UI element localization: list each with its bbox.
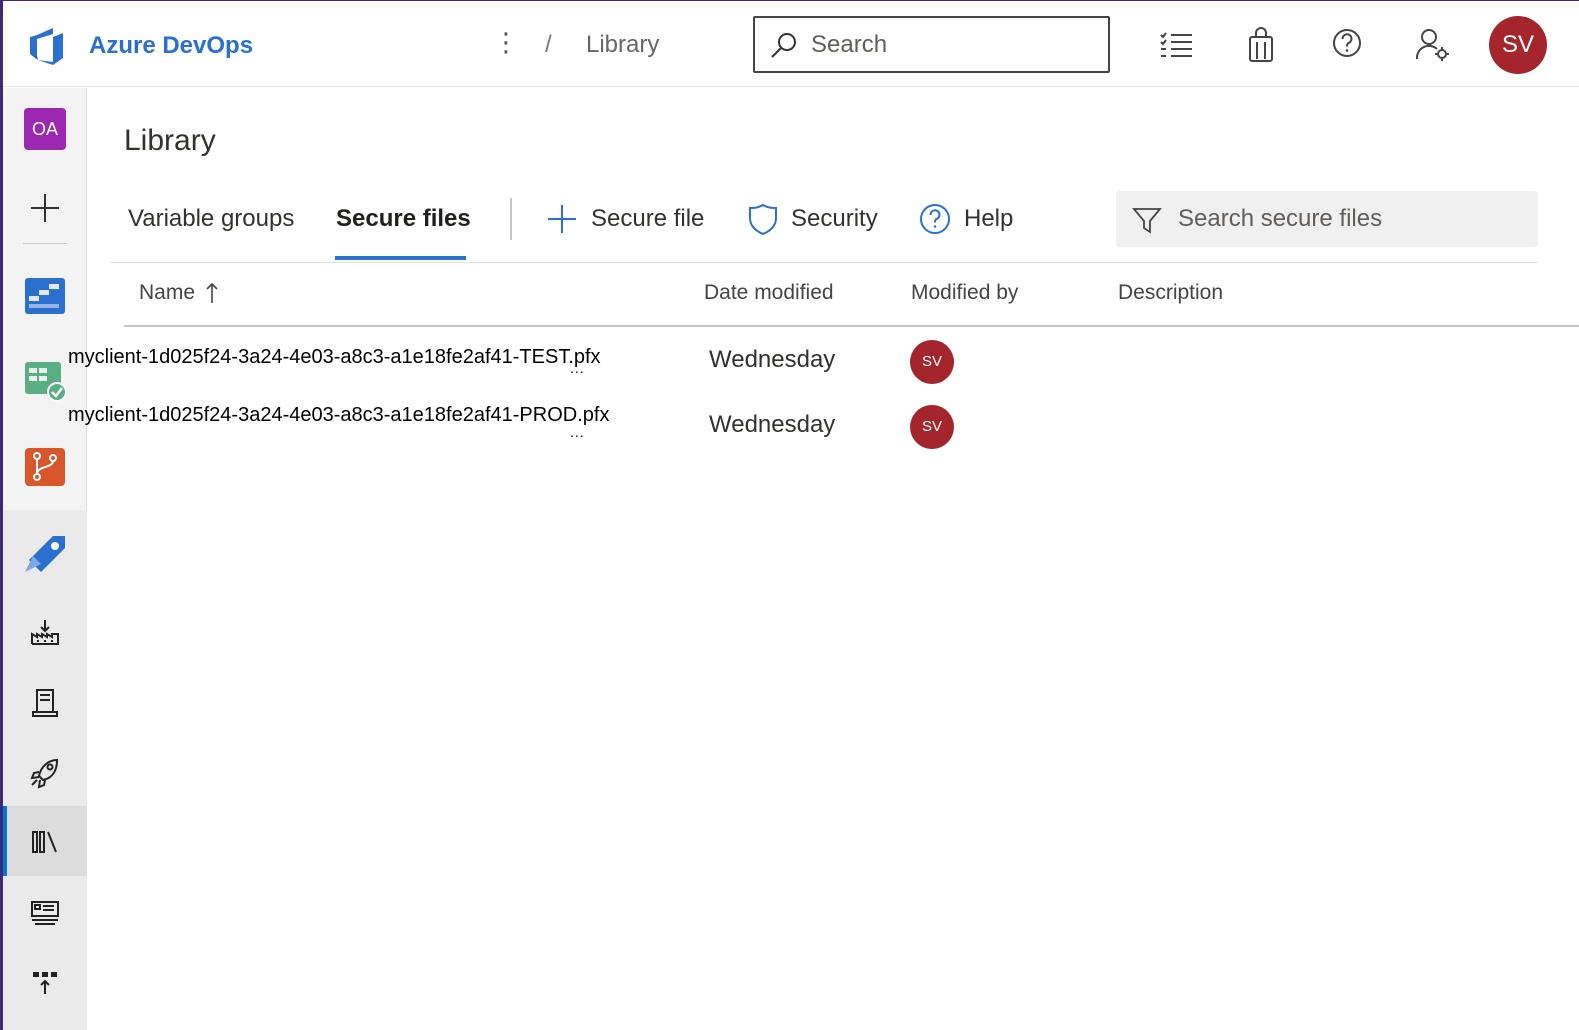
releases-icon	[30, 758, 59, 789]
deployment-groups-icon	[33, 972, 57, 994]
active-tab-indicator	[335, 256, 466, 260]
security-button[interactable]: Security	[746, 200, 886, 240]
toolbar-separator	[110, 262, 1538, 263]
breadcrumb-separator: /	[545, 31, 552, 58]
nav-releases[interactable]	[3, 736, 87, 806]
nav-overview[interactable]	[3, 260, 87, 330]
pipelines-icon	[25, 536, 65, 572]
filter-icon	[1132, 208, 1162, 234]
sort-ascending-icon[interactable]	[204, 281, 220, 305]
toolbar-divider	[510, 198, 512, 240]
task-groups-icon	[31, 901, 59, 925]
page-title: Library	[124, 124, 216, 157]
nav-task-groups[interactable]	[3, 876, 87, 946]
column-header-description[interactable]: Description	[1118, 281, 1223, 305]
add-secure-file-label: Secure file	[591, 205, 705, 232]
column-header-date-modified[interactable]: Date modified	[704, 281, 834, 305]
azure-devops-logo-icon[interactable]	[25, 25, 67, 67]
row-more-options[interactable]: ...	[570, 424, 585, 440]
library-icon	[32, 831, 57, 853]
nav-deployment-groups[interactable]	[3, 946, 87, 1016]
active-indicator	[3, 806, 7, 876]
repos-icon	[25, 448, 65, 486]
search-placeholder: Search	[811, 31, 888, 58]
shield-icon	[749, 203, 777, 236]
nav-divider	[23, 243, 67, 244]
nav-new-project[interactable]	[3, 172, 87, 242]
search-box[interactable]: Search	[753, 16, 1110, 73]
organization-avatar[interactable]: OA	[24, 108, 66, 150]
marketplace-bag-icon[interactable]	[1241, 25, 1281, 65]
left-navigation: OA	[3, 88, 87, 1030]
boards-icon	[25, 362, 67, 402]
user-settings-icon[interactable]	[1413, 25, 1453, 65]
add-secure-file-button[interactable]: Secure file	[545, 200, 715, 240]
brand-name[interactable]: Azure DevOps	[89, 32, 253, 60]
search-secure-files-input[interactable]: Search secure files	[1116, 191, 1538, 247]
add-icon	[548, 205, 576, 233]
table-header-divider	[124, 325, 1579, 327]
add-icon	[31, 194, 59, 222]
date-modified: Wednesday	[709, 346, 836, 373]
tab-variable-groups[interactable]: Variable groups	[128, 205, 294, 233]
file-name-link[interactable]: myclient-1d025f24-3a24-4e03-a8c3-a1e18fe…	[68, 346, 601, 369]
help-button[interactable]: Help	[918, 200, 1028, 240]
help-icon[interactable]	[1327, 25, 1367, 65]
nav-library[interactable]	[3, 806, 87, 876]
modified-by-avatar: SV	[910, 340, 954, 384]
help-circle-icon	[920, 204, 950, 234]
filter-placeholder: Search secure files	[1178, 205, 1383, 232]
nav-pipelines[interactable]	[3, 516, 87, 586]
security-label: Security	[791, 205, 878, 232]
window-frame	[0, 0, 1579, 1030]
column-header-name[interactable]: Name	[139, 281, 195, 305]
top-bar: Azure DevOps ⋮ / Library Search SV	[3, 1, 1579, 87]
column-header-modified-by[interactable]: Modified by	[911, 281, 1018, 305]
nav-environments[interactable]	[3, 666, 87, 736]
tab-secure-files[interactable]: Secure files	[336, 205, 471, 233]
environments-icon	[32, 689, 58, 717]
date-modified: Wednesday	[709, 411, 836, 438]
overview-icon	[25, 278, 65, 314]
search-icon	[771, 33, 796, 58]
nav-repos[interactable]	[3, 430, 87, 500]
user-avatar[interactable]: SV	[1489, 16, 1547, 74]
breadcrumb-library[interactable]: Library	[586, 31, 659, 59]
work-items-list-icon[interactable]	[1156, 25, 1196, 65]
builds-icon	[31, 620, 59, 645]
row-more-options[interactable]: ...	[570, 360, 585, 376]
file-name-link[interactable]: myclient-1d025f24-3a24-4e03-a8c3-a1e18fe…	[68, 404, 609, 427]
help-label: Help	[964, 205, 1014, 232]
modified-by-avatar: SV	[910, 405, 954, 449]
more-options-icon[interactable]: ⋮	[493, 27, 519, 61]
nav-builds[interactable]	[3, 596, 87, 666]
